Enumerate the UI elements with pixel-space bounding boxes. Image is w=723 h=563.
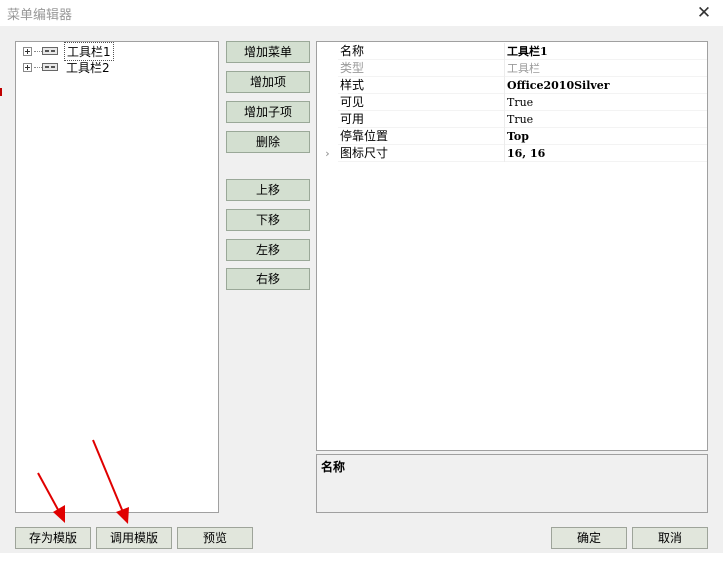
red-arrow-icon [37,472,65,523]
annotation-arrows [37,439,129,524]
red-arrow-icon [92,439,129,524]
background-window-strip [0,553,723,563]
